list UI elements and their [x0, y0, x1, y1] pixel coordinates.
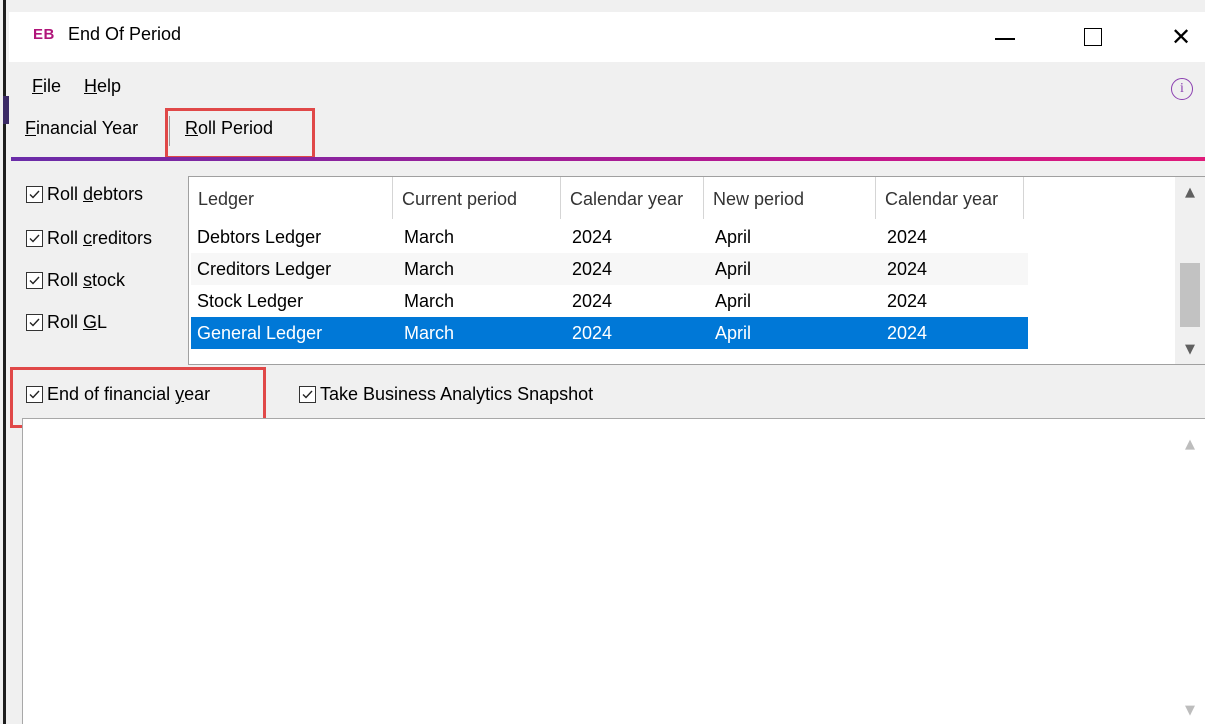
checkbox-box: [299, 386, 316, 403]
end-of-period-window: EB End Of Period ✕ File Help i Financial…: [9, 0, 1205, 724]
snapshot-checkbox[interactable]: Take Business Analytics Snapshot: [299, 384, 593, 405]
cell-current-period: March: [404, 322, 455, 343]
scroll-down-arrow-icon[interactable]: ▼: [1175, 334, 1205, 364]
snapshot-label: Take Business Analytics Snapshot: [320, 384, 594, 404]
cell-ledger: Debtors Ledger: [197, 226, 322, 247]
cell-current-period: March: [404, 258, 455, 279]
info-icon[interactable]: i: [1171, 78, 1193, 100]
cell-calendar-year: 2024: [572, 258, 613, 279]
maximize-icon: [1084, 28, 1102, 46]
cell-new-calendar-year: 2024: [887, 322, 928, 343]
column-header-new-period[interactable]: New period: [704, 177, 876, 219]
accent-divider: [11, 157, 1205, 161]
roll-creditors-label: Roll creditors: [47, 228, 153, 248]
maximize-button[interactable]: [1063, 12, 1123, 62]
roll-stock-checkbox[interactable]: Roll stock: [26, 270, 125, 291]
column-header-new-calendar-year[interactable]: Calendar year: [876, 177, 1024, 219]
scroll-up-arrow-icon[interactable]: ▲: [1175, 429, 1205, 459]
roll-stock-label: Roll stock: [47, 270, 126, 290]
checkbox-box: [26, 186, 43, 203]
ledger-grid[interactable]: Ledger Current period Calendar year New …: [188, 176, 1205, 365]
cell-calendar-year: 2024: [572, 226, 613, 247]
cell-calendar-year: 2024: [572, 322, 613, 343]
scroll-up-arrow-icon[interactable]: ▲: [1175, 177, 1205, 207]
cell-new-calendar-year: 2024: [887, 258, 928, 279]
window-title: End Of Period: [68, 24, 182, 44]
grid-scrollbar[interactable]: ▲ ▼: [1175, 177, 1205, 364]
title-bar[interactable]: EB End Of Period ✕: [9, 12, 1205, 62]
cell-current-period: March: [404, 290, 455, 311]
menu-help[interactable]: Help: [84, 76, 121, 97]
menu-bar: File Help i: [9, 62, 1205, 106]
minimize-icon: [995, 38, 1015, 40]
log-scrollbar[interactable]: ▲ ▼: [1175, 419, 1205, 724]
cell-calendar-year: 2024: [572, 290, 613, 311]
cell-new-calendar-year: 2024: [887, 226, 928, 247]
menu-file-mnemonic: F: [32, 76, 43, 96]
roll-period-highlight: [165, 108, 315, 159]
checkbox-box: [26, 314, 43, 331]
menu-file[interactable]: File: [32, 76, 61, 97]
table-row[interactable]: Creditors Ledger March 2024 April 2024: [191, 253, 1028, 285]
cell-new-period: April: [715, 290, 752, 311]
table-row[interactable]: Stock Ledger March 2024 April 2024: [191, 285, 1028, 317]
scroll-thumb[interactable]: [1180, 263, 1200, 327]
roll-creditors-checkbox[interactable]: Roll creditors: [26, 228, 152, 249]
cell-current-period: March: [404, 226, 455, 247]
roll-gl-checkbox[interactable]: Roll GL: [26, 312, 107, 333]
close-button[interactable]: ✕: [1151, 12, 1205, 62]
column-header-current-period[interactable]: Current period: [393, 177, 561, 219]
column-header-ledger[interactable]: Ledger: [189, 177, 393, 219]
cell-new-period: April: [715, 258, 752, 279]
background-window-edge: [0, 0, 9, 724]
scroll-down-arrow-icon[interactable]: ▼: [1175, 695, 1205, 724]
roll-gl-label: Roll GL: [47, 312, 108, 332]
menu-help-mnemonic: H: [84, 76, 97, 96]
tab-financial-year-mnemonic: F: [25, 118, 36, 138]
cell-new-period: April: [715, 322, 752, 343]
close-icon: ✕: [1170, 23, 1192, 51]
cell-ledger: Creditors Ledger: [197, 258, 332, 279]
minimize-button[interactable]: [975, 12, 1035, 62]
grid-header: Ledger Current period Calendar year New …: [189, 177, 1024, 219]
cell-new-period: April: [715, 226, 752, 247]
table-row[interactable]: Debtors Ledger March 2024 April 2024: [191, 221, 1028, 253]
app-logo: EB: [33, 26, 55, 43]
tab-financial-year[interactable]: Financial Year: [25, 118, 138, 139]
table-row-selected[interactable]: General Ledger March 2024 April 2024: [191, 317, 1028, 349]
column-header-calendar-year[interactable]: Calendar year: [561, 177, 704, 219]
roll-debtors-checkbox[interactable]: Roll debtors: [26, 184, 143, 205]
log-output-area[interactable]: ▲ ▼: [22, 418, 1205, 724]
cell-new-calendar-year: 2024: [887, 290, 928, 311]
checkbox-box: [26, 230, 43, 247]
checkbox-box: [26, 272, 43, 289]
cell-ledger: Stock Ledger: [197, 290, 304, 311]
cell-ledger: General Ledger: [197, 322, 323, 343]
roll-debtors-label: Roll debtors: [47, 184, 144, 204]
